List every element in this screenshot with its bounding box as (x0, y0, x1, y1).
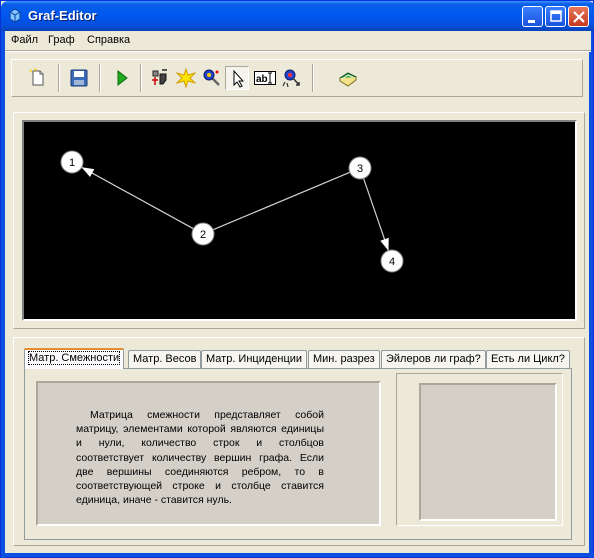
explosion-icon (176, 68, 196, 88)
tab-eulerian[interactable]: Эйлеров ли граф? (381, 350, 486, 368)
matrix-group (396, 373, 563, 526)
run-button[interactable] (110, 66, 134, 90)
window-title: Graf-Editor (28, 8, 97, 23)
minimize-button[interactable] (522, 6, 543, 27)
canvas-panel: 1 2 3 4 (13, 112, 585, 329)
tab-content: Матрица смежности представляет собой мат… (24, 368, 572, 540)
save-button[interactable] (67, 66, 91, 90)
edge-connect-button[interactable] (280, 66, 304, 90)
pointer-icon (233, 69, 245, 88)
tab-weight-matrix[interactable]: Матр. Весов (128, 350, 202, 368)
matrix-panel (419, 383, 557, 521)
edge-connect-icon (282, 69, 300, 88)
book-icon (339, 72, 357, 87)
vertex-add-button[interactable] (200, 66, 224, 90)
menu-bar: Файл Граф Справка (5, 31, 591, 50)
text-label-icon: ab (254, 71, 276, 85)
close-button[interactable] (568, 6, 589, 27)
save-icon (70, 69, 88, 87)
description-text: Матрица смежности представляет собой мат… (76, 409, 324, 507)
text-label-button[interactable]: ab (252, 66, 276, 90)
minimize-icon (528, 20, 535, 23)
tab-label: Мин. разрез (313, 353, 375, 365)
graph-vertex-label: 2 (200, 229, 206, 241)
tab-label: Матр. Весов (133, 353, 197, 365)
tab-has-cycle[interactable]: Есть ли Цикл? (486, 350, 570, 368)
menu-graph[interactable]: Граф (48, 34, 75, 46)
graph-edge-arrow (81, 167, 95, 178)
graph-vertex-label: 1 (69, 157, 75, 169)
tab-label: Матр. Смежности (27, 351, 121, 365)
graph-vertex-label: 3 (357, 163, 363, 175)
vertex-add-icon (203, 69, 220, 86)
pointer-button[interactable] (225, 66, 249, 90)
graph-vertex-label: 4 (389, 256, 395, 268)
toolbar: ab (11, 59, 583, 97)
app-window: Graf-Editor Файл Граф Справка ab 1 2 3 4… (0, 0, 594, 558)
window-border-bottom (1, 553, 594, 557)
vertex-move-icon (152, 69, 167, 85)
tab-label: Эйлеров ли граф? (386, 353, 481, 365)
tab-label: Матр. Инциденции (206, 353, 303, 365)
menu-separator (5, 50, 591, 52)
title-bar[interactable]: Graf-Editor (1, 1, 594, 31)
tab-label: Есть ли Цикл? (491, 353, 565, 365)
description-panel: Матрица смежности представляет собой мат… (36, 381, 381, 526)
graph-edge-arrow (380, 237, 389, 251)
graph-canvas[interactable]: 1 2 3 4 (22, 120, 577, 321)
window-border-right (589, 31, 593, 558)
tab-incidence-matrix[interactable]: Матр. Инциденции (201, 350, 308, 368)
tab-min-cut[interactable]: Мин. разрез (308, 350, 380, 368)
maximize-button[interactable] (545, 6, 566, 27)
app-icon (9, 8, 21, 23)
book-button[interactable] (336, 66, 360, 90)
menu-help[interactable]: Справка (87, 34, 130, 46)
menu-file[interactable]: Файл (11, 34, 38, 46)
new-file-button[interactable] (26, 66, 50, 90)
tab-adjacency-matrix[interactable]: Матр. Смежности (24, 348, 125, 369)
run-icon (117, 69, 128, 87)
tabs-panel: Матр. Смежности Матр. Весов Матр. Инциде… (13, 337, 585, 546)
vertex-move-button[interactable] (148, 66, 172, 90)
window-border-left (1, 31, 5, 558)
explosion-button[interactable] (174, 66, 198, 90)
text-label-icon-text: ab (256, 74, 268, 85)
maximize-icon (550, 10, 562, 22)
graph-edge-2-3[interactable] (212, 171, 351, 231)
graph-edge-2-1[interactable] (81, 166, 194, 230)
graph-drawing: 1 2 3 4 (60, 150, 404, 273)
new-file-icon (29, 68, 44, 86)
close-icon (573, 11, 585, 23)
